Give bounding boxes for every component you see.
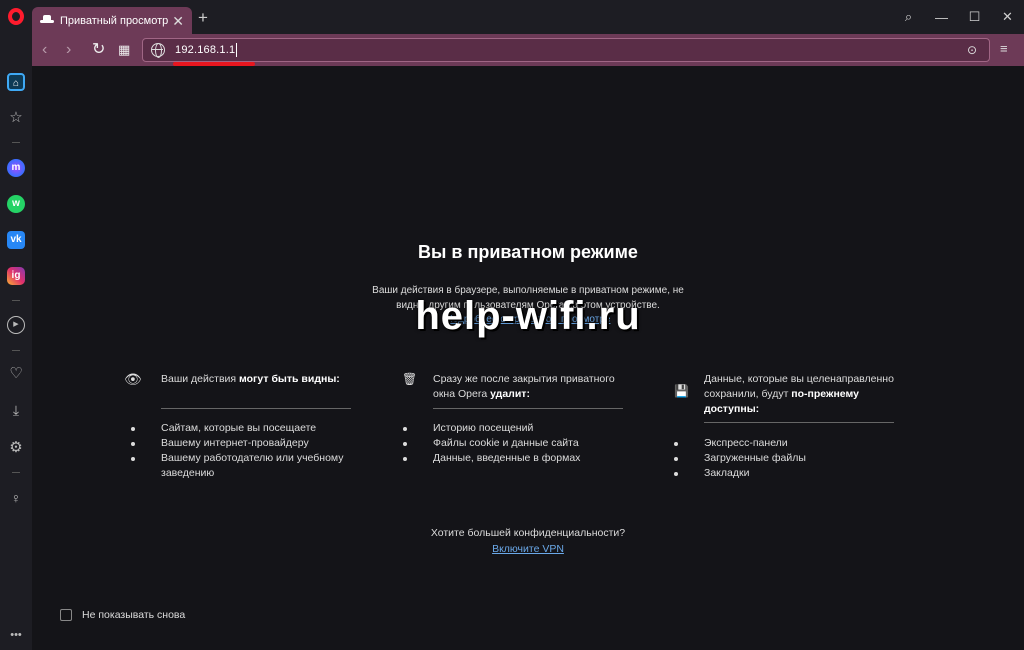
url-input[interactable]: 192.168.1.1 <box>175 44 235 56</box>
column-heading: Данные, которые вы целенаправленно сохра… <box>704 372 904 417</box>
window-controls: ⌕ — ☐ ✕ <box>892 0 1024 34</box>
globe-icon <box>151 43 165 58</box>
new-tab-button[interactable]: + <box>198 9 208 26</box>
maximize-button[interactable]: ☐ <box>958 9 991 25</box>
column-heading: Ваши действия могут быть видны: <box>161 372 351 387</box>
list-item: Загруженные файлы <box>674 451 904 466</box>
eye-icon: 👁 <box>124 371 142 387</box>
sidebar: ⌂ ☆ m w vk ig ▶ ♡ ⤓ ⚙ ♀ ••• <box>0 34 32 650</box>
more-icon[interactable]: ••• <box>7 626 25 644</box>
speed-dial-star-icon[interactable]: ☆ <box>7 109 25 127</box>
tab-title: Приватный просмотр <box>60 14 169 27</box>
list-item: Вашему интернет-провайдеру <box>131 436 361 451</box>
list-item: Данные, введенные в формах <box>403 451 633 466</box>
trash-icon: 🗑 <box>402 372 418 386</box>
messenger-icon[interactable]: m <box>7 159 25 177</box>
dont-show-again-checkbox[interactable]: Не показывать снова <box>60 609 185 621</box>
lightbulb-icon[interactable]: ♀ <box>7 489 25 507</box>
whatsapp-icon[interactable]: w <box>7 195 25 213</box>
list-item: Сайтам, которые вы посещаете <box>131 421 361 436</box>
opera-logo-icon[interactable] <box>8 8 24 25</box>
settings-gear-icon[interactable]: ⚙ <box>7 439 25 457</box>
vpn-question: Хотите большей конфиденциальности? <box>430 527 626 539</box>
close-window-button[interactable]: ✕ <box>991 9 1024 25</box>
sidebar-divider <box>12 300 20 301</box>
column-heading: Сразу же после закрытия приватного окна … <box>433 372 623 402</box>
column-list: Экспресс-панели Загруженные файлы Заклад… <box>674 436 904 481</box>
enable-vpn-link[interactable]: Включите VPN <box>32 543 1024 555</box>
column-divider <box>433 408 623 409</box>
list-item: Закладки <box>674 466 904 481</box>
checkbox-box[interactable] <box>60 609 72 621</box>
page-title: Вы в приватном режиме <box>418 242 638 262</box>
heart-icon[interactable]: ♡ <box>7 365 25 383</box>
column-list: Сайтам, которые вы посещаете Вашему инте… <box>131 421 361 481</box>
private-browsing-page: Вы в приватном режиме Ваши действия в бр… <box>32 66 1024 650</box>
sidebar-divider <box>12 472 20 473</box>
list-item: Вашему работодателю или учебному заведен… <box>131 451 361 481</box>
easy-setup-icon[interactable]: ≡ <box>1000 41 1008 56</box>
tabs-grid-icon[interactable]: ▦ <box>118 40 130 60</box>
heading-bold-text: удалит: <box>490 388 530 400</box>
address-bar[interactable]: 192.168.1.1 ⊙ <box>142 38 990 62</box>
sidebar-divider <box>12 350 20 351</box>
list-item: Историю посещений <box>403 421 633 436</box>
home-icon[interactable]: ⌂ <box>7 73 25 91</box>
tab-close-icon[interactable]: ✕ <box>172 14 184 28</box>
minimize-button[interactable]: — <box>925 10 958 25</box>
sidebar-divider <box>12 142 20 143</box>
text-cursor <box>236 43 238 57</box>
reload-button[interactable]: ↻ <box>92 40 105 60</box>
instagram-icon[interactable]: ig <box>7 267 25 285</box>
tab-private-browsing[interactable]: Приватный просмотр ✕ <box>32 7 192 34</box>
save-disk-icon: 💾 <box>674 384 689 398</box>
back-button[interactable]: ‹ <box>42 40 47 60</box>
list-item: Файлы cookie и данные сайта <box>403 436 633 451</box>
private-mode-icon <box>40 14 54 27</box>
list-item: Экспресс-панели <box>674 436 904 451</box>
column-divider <box>161 408 351 409</box>
player-icon[interactable]: ▶ <box>7 316 25 334</box>
heading-bold-text: могут быть видны: <box>239 373 340 385</box>
camera-icon[interactable]: ⊙ <box>967 43 977 57</box>
vk-icon[interactable]: vk <box>7 231 25 249</box>
watermark-text: help-wifi.ru <box>415 294 641 338</box>
download-icon[interactable]: ⤓ <box>7 401 25 419</box>
search-tabs-icon[interactable]: ⌕ <box>892 9 925 25</box>
heading-text: Ваши действия <box>161 373 239 385</box>
checkbox-label: Не показывать снова <box>82 609 186 621</box>
column-divider <box>704 422 894 423</box>
tab-strip: Приватный просмотр ✕ + ⌕ — ☐ ✕ <box>0 0 1024 34</box>
column-list: Историю посещений Файлы cookie и данные … <box>403 421 633 466</box>
browser-window: Приватный просмотр ✕ + ⌕ — ☐ ✕ ‹ › ↻ ▦ 1… <box>0 0 1024 650</box>
forward-button[interactable]: › <box>66 40 71 60</box>
